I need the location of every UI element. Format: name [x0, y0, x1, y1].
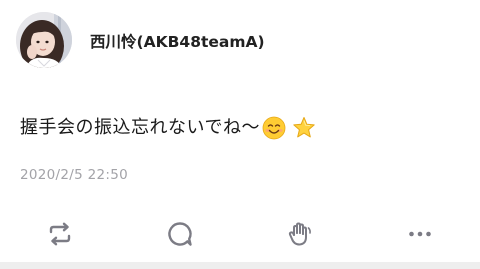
applause-button[interactable] — [284, 218, 316, 250]
comment-button[interactable] — [164, 218, 196, 250]
avatar-photo — [16, 12, 72, 68]
star-icon — [292, 116, 316, 140]
action-bar — [0, 212, 480, 256]
smiling-face-icon — [262, 116, 286, 140]
post-text: 握手会の振込忘れないでね〜 — [20, 117, 260, 138]
more-button[interactable] — [404, 218, 436, 250]
post-timestamp: 2020/2/5 22:50 — [20, 167, 129, 183]
post-card: 西川怜(AKB48teamA) 握手会の振込忘れないでね〜 2020/2/5 2… — [0, 0, 480, 269]
avatar[interactable] — [16, 12, 72, 68]
username[interactable]: 西川怜(AKB48teamA) — [90, 32, 265, 52]
more-icon — [409, 231, 431, 237]
divider — [0, 262, 480, 269]
repost-icon — [49, 222, 71, 246]
repost-button[interactable] — [44, 218, 76, 250]
post-content: 握手会の振込忘れないでね〜 — [20, 114, 316, 142]
clapping-hands-icon — [288, 222, 311, 246]
comment-icon — [168, 222, 192, 246]
